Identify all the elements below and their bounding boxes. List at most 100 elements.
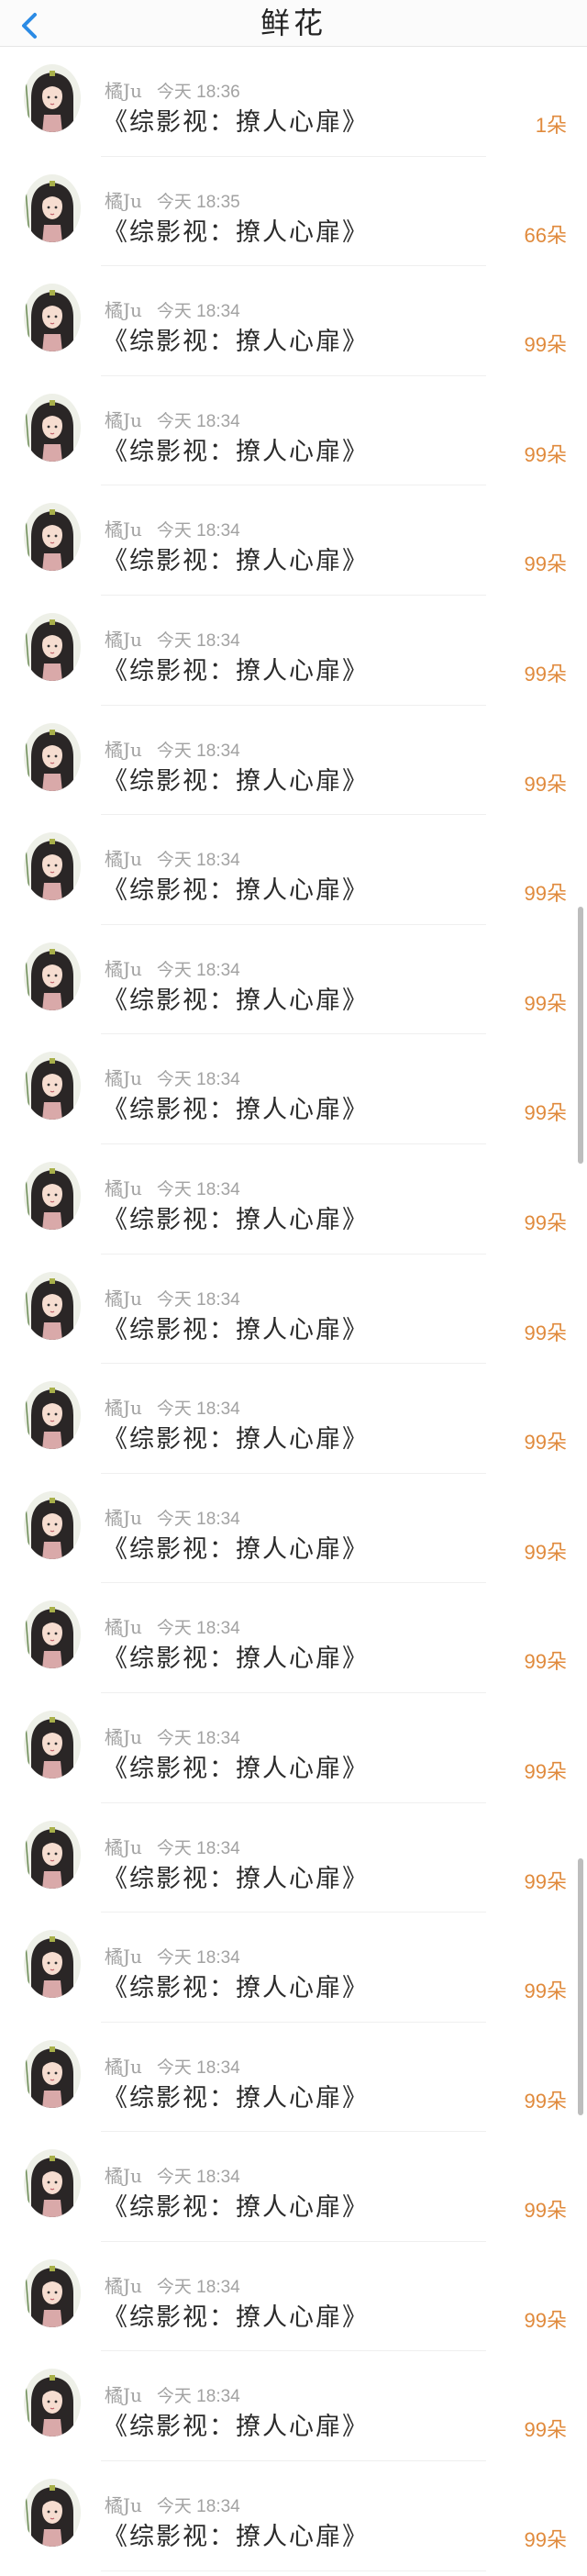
list-item[interactable]: 橘Ju 今天 18:36 《综影视：撩人心扉》 1朵	[0, 47, 587, 157]
list-item[interactable]: 橘Ju 今天 18:34 《综影视：撩人心扉》 99朵	[0, 485, 587, 596]
list-item[interactable]: 橘Ju 今天 18:34 《综影视：撩人心扉》 99朵	[0, 2242, 587, 2352]
book-title: 《综影视：撩人心扉》	[103, 2303, 369, 2332]
list-item[interactable]: 橘Ju 今天 18:34 《综影视：撩人心扉》 99朵	[0, 2461, 587, 2571]
record-meta: 橘Ju 今天 18:34	[105, 1067, 240, 1091]
book-title: 《综影视：撩人心扉》	[103, 1754, 369, 1783]
flower-count: 99朵	[524, 1101, 567, 1125]
scrollbar[interactable]	[578, 0, 583, 2576]
list-item[interactable]: 橘Ju 今天 18:34 《综影视：撩人心扉》 99朵	[0, 1803, 587, 1913]
book-title: 《综影视：撩人心扉》	[103, 1205, 369, 1234]
avatar	[24, 2258, 81, 2327]
user-name: 橘Ju	[105, 1616, 142, 1639]
list-item[interactable]: 橘Ju 今天 18:34 《综影视：撩人心扉》 99朵	[0, 376, 587, 486]
user-name: 橘Ju	[105, 628, 142, 651]
avatar	[24, 722, 81, 791]
scrollbar-thumb[interactable]	[578, 1858, 583, 2115]
avatar	[24, 612, 81, 681]
flower-count: 99朵	[524, 991, 567, 1015]
timestamp: 今天 18:34	[156, 960, 240, 980]
book-title: 《综影视：撩人心扉》	[103, 1864, 369, 1893]
list-item[interactable]: 橘Ju 今天 18:34 《综影视：撩人心扉》 99朵	[0, 1034, 587, 1144]
book-title: 《综影视：撩人心扉》	[103, 437, 369, 466]
timestamp: 今天 18:34	[156, 521, 240, 541]
book-title: 《综影视：撩人心扉》	[103, 2193, 369, 2223]
record-meta: 橘Ju 今天 18:34	[105, 2384, 240, 2408]
list-item[interactable]: 橘Ju 今天 18:34 《综影视：撩人心扉》 99朵	[0, 266, 587, 376]
timestamp: 今天 18:34	[156, 1070, 240, 1090]
book-title: 《综影视：撩人心扉》	[103, 986, 369, 1015]
record-meta: 橘Ju 今天 18:34	[105, 2275, 240, 2299]
list-item[interactable]: 橘Ju 今天 18:34 《综影视：撩人心扉》 99朵	[0, 1364, 587, 1474]
flower-count: 99朵	[524, 2199, 567, 2223]
avatar	[24, 393, 81, 462]
list-item[interactable]: 橘Ju 今天 18:34 《综影视：撩人心扉》 99朵	[0, 2023, 587, 2133]
avatar	[24, 942, 81, 1010]
flower-count: 99朵	[524, 2418, 567, 2442]
flower-count: 99朵	[524, 1869, 567, 1893]
list-item[interactable]: 橘Ju 今天 18:34 《综影视：撩人心扉》 99朵	[0, 1912, 587, 2023]
list-item[interactable]: 橘Ju 今天 18:34 《综影视：撩人心扉》 99朵	[0, 1693, 587, 1803]
record-meta: 橘Ju 今天 18:34	[105, 848, 240, 872]
flower-count: 66朵	[524, 223, 567, 247]
avatar	[24, 1052, 81, 1121]
flower-count: 99朵	[524, 442, 567, 466]
record-meta: 橘Ju 今天 18:34	[105, 2494, 240, 2518]
record-meta: 橘Ju 今天 18:34	[105, 1836, 240, 1860]
record-meta: 橘Ju 今天 18:34	[105, 409, 240, 433]
record-meta: 橘Ju 今天 18:34	[105, 1946, 240, 1969]
avatar	[24, 2479, 81, 2548]
user-name: 橘Ju	[105, 1835, 142, 1858]
user-name: 橘Ju	[105, 2384, 142, 2407]
record-meta: 橘Ju 今天 18:34	[105, 2056, 240, 2080]
flower-count: 99朵	[524, 1431, 567, 1455]
timestamp: 今天 18:34	[156, 1838, 240, 1858]
flower-count: 99朵	[524, 1759, 567, 1783]
timestamp: 今天 18:35	[156, 192, 240, 212]
avatar	[24, 1600, 81, 1669]
scrollbar-thumb[interactable]	[578, 907, 583, 1164]
avatar	[24, 1161, 81, 1230]
record-meta: 橘Ju 今天 18:34	[105, 1397, 240, 1421]
record-meta: 橘Ju 今天 18:34	[105, 519, 240, 542]
user-name: 橘Ju	[105, 848, 142, 871]
list-item[interactable]: 橘Ju 今天 18:35 《综影视：撩人心扉》 66朵	[0, 157, 587, 267]
flower-count: 99朵	[524, 662, 567, 686]
timestamp: 今天 18:36	[156, 83, 240, 102]
avatar	[24, 1271, 81, 1340]
timestamp: 今天 18:34	[156, 302, 240, 322]
navigation-bar: 鲜花	[0, 0, 587, 47]
timestamp: 今天 18:34	[156, 741, 240, 761]
list-item[interactable]: 橘Ju 今天 18:34 《综影视：撩人心扉》 99朵	[0, 1255, 587, 1365]
book-title: 《综影视：撩人心扉》	[103, 1645, 369, 1674]
list-item[interactable]: 橘Ju 今天 18:34 《综影视：撩人心扉》 99朵	[0, 1583, 587, 1693]
list-item[interactable]: 橘Ju 今天 18:34 《综影视：撩人心扉》 99朵	[0, 815, 587, 925]
user-name: 橘Ju	[105, 2494, 142, 2517]
list-item[interactable]: 橘Ju 今天 18:34 《综影视：撩人心扉》 99朵	[0, 1474, 587, 1584]
record-meta: 橘Ju 今天 18:34	[105, 1507, 240, 1531]
list-item[interactable]: 橘Ju 今天 18:34 《综影视：撩人心扉》 99朵	[0, 1144, 587, 1255]
user-name: 橘Ju	[105, 299, 142, 322]
avatar	[24, 1930, 81, 1999]
list-item[interactable]: 橘Ju 今天 18:34 《综影视：撩人心扉》 99朵	[0, 2351, 587, 2461]
book-title: 《综影视：撩人心扉》	[103, 1425, 369, 1455]
list-item[interactable]: 橘Ju 今天 18:34 《综影视：撩人心扉》 99朵	[0, 925, 587, 1035]
flower-count: 99朵	[524, 2308, 567, 2332]
flower-count: 99朵	[524, 882, 567, 906]
book-title: 《综影视：撩人心扉》	[103, 2523, 369, 2552]
book-title: 《综影视：撩人心扉》	[103, 656, 369, 686]
user-name: 橘Ju	[105, 2055, 142, 2078]
user-name: 橘Ju	[105, 1506, 142, 1529]
list-item[interactable]: 橘Ju 今天 18:34 《综影视：撩人心扉》 99朵	[0, 596, 587, 706]
record-meta: 橘Ju 今天 18:35	[105, 190, 240, 214]
record-meta: 橘Ju 今天 18:34	[105, 629, 240, 652]
timestamp: 今天 18:34	[156, 1948, 240, 1968]
book-title: 《综影视：撩人心扉》	[103, 876, 369, 906]
timestamp: 今天 18:34	[156, 851, 240, 871]
avatar	[24, 503, 81, 572]
flower-count: 99朵	[524, 1979, 567, 2003]
flower-count: 99朵	[524, 772, 567, 796]
avatar	[24, 2039, 81, 2108]
list-item[interactable]: 橘Ju 今天 18:34 《综影视：撩人心扉》 99朵	[0, 706, 587, 816]
flower-count: 1朵	[535, 114, 567, 137]
list-item[interactable]: 橘Ju 今天 18:34 《综影视：撩人心扉》 99朵	[0, 2132, 587, 2242]
